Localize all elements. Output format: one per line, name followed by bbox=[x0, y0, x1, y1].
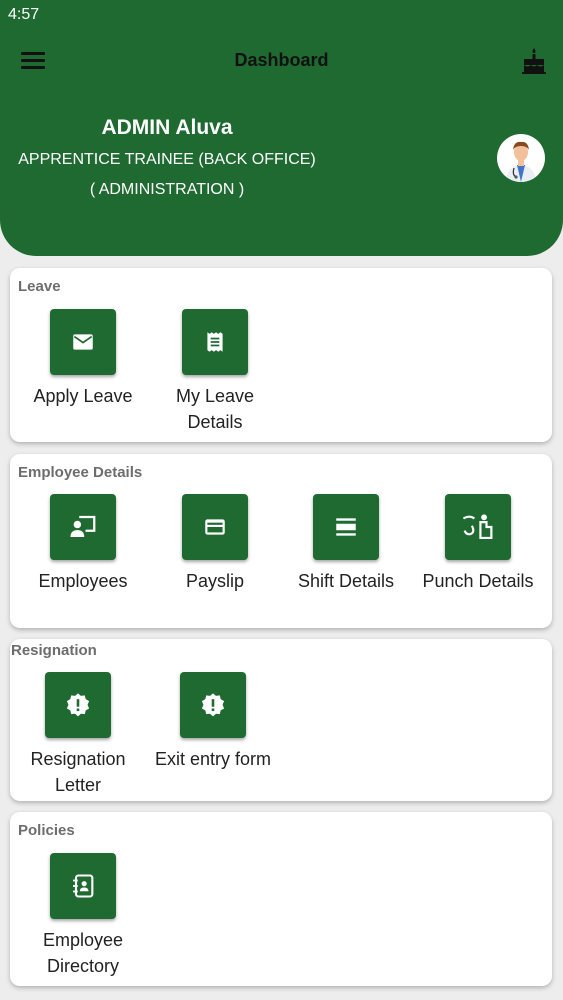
tile-label: Apply Leave bbox=[33, 386, 133, 406]
birthday-cake-icon[interactable] bbox=[521, 46, 547, 74]
exit-entry-form-tile[interactable]: Exit entry form bbox=[147, 672, 279, 772]
tile-label: Employees bbox=[38, 571, 128, 591]
payslip-tile[interactable]: Payslip bbox=[149, 494, 281, 594]
tile-icon-box bbox=[313, 494, 379, 560]
avatar[interactable] bbox=[497, 134, 545, 182]
shift-icon bbox=[336, 518, 356, 536]
punch-details-tile[interactable]: Punch Details bbox=[412, 494, 544, 594]
section-title: Resignation bbox=[11, 642, 97, 659]
employee-details-section-card: Employee Details Employees Payslip Shift… bbox=[10, 454, 552, 628]
tile-icon-box bbox=[50, 309, 116, 375]
dashboard-header: 4:57 Dashboard ADMIN Aluva APPRENTICE TR… bbox=[0, 0, 563, 256]
user-department: ( ADMINISTRATION ) bbox=[89, 181, 245, 198]
section-title: Policies bbox=[18, 822, 75, 839]
shift-details-tile[interactable]: Shift Details bbox=[280, 494, 412, 594]
employee-directory-tile[interactable]: Employee Directory bbox=[17, 853, 149, 979]
resignation-section-card: Resignation Resignation Letter Exit entr… bbox=[10, 639, 552, 801]
leave-section-card: Leave Apply Leave My Leave Details bbox=[10, 268, 552, 442]
section-title: Leave bbox=[18, 278, 61, 295]
tile-icon-box bbox=[182, 494, 248, 560]
alert-badge-icon bbox=[201, 693, 225, 717]
tile-label: Employee Directory bbox=[42, 930, 124, 976]
tile-label: Payslip bbox=[185, 571, 245, 591]
user-role: APPRENTICE TRAINEE (BACK OFFICE) bbox=[18, 151, 316, 168]
tile-label: Punch Details bbox=[422, 571, 534, 591]
status-time: 4:57 bbox=[8, 6, 40, 23]
mail-icon bbox=[73, 334, 93, 350]
tile-icon-box bbox=[50, 853, 116, 919]
apply-leave-tile[interactable]: Apply Leave bbox=[17, 309, 149, 409]
alert-badge-icon bbox=[66, 693, 90, 717]
tile-icon-box bbox=[45, 672, 111, 738]
tile-label: My Leave Details bbox=[175, 386, 255, 432]
user-name: ADMIN Aluva bbox=[101, 116, 233, 139]
contact-book-icon bbox=[73, 874, 94, 898]
page-title: Dashboard bbox=[234, 50, 329, 70]
resignation-letter-tile[interactable]: Resignation Letter bbox=[12, 672, 144, 798]
receipt-icon bbox=[207, 332, 223, 352]
my-leave-details-tile[interactable]: My Leave Details bbox=[149, 309, 281, 435]
tile-icon-box bbox=[50, 494, 116, 560]
tile-label: Exit entry form bbox=[154, 749, 272, 769]
policies-section-card: Policies Employee Directory bbox=[10, 812, 552, 986]
doctor-avatar-icon bbox=[506, 141, 536, 182]
person-screen-icon bbox=[70, 515, 96, 537]
employees-tile[interactable]: Employees bbox=[17, 494, 149, 594]
section-title: Employee Details bbox=[18, 464, 143, 481]
tile-icon-box bbox=[182, 309, 248, 375]
tile-label: Resignation Letter bbox=[30, 749, 126, 795]
card-icon bbox=[205, 519, 225, 535]
tile-icon-box bbox=[180, 672, 246, 738]
tile-label: Shift Details bbox=[297, 571, 395, 591]
punch-icon bbox=[462, 514, 493, 540]
tile-icon-box bbox=[445, 494, 511, 560]
